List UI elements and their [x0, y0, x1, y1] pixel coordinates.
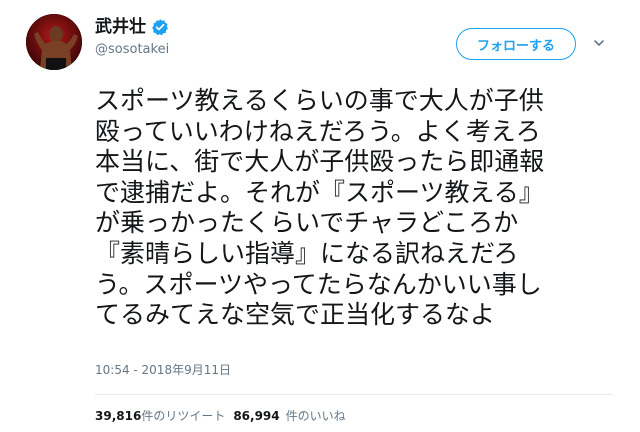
tweet-stats: 39,816件のリツイート 86,994 件のいいね [95, 408, 346, 424]
tweet-text-line: 『素晴らしい指導』になる訳ねえだろ [95, 238, 519, 268]
retweets-label: 件のリツイート [141, 409, 226, 423]
avatar-image [26, 14, 82, 70]
avatar[interactable] [26, 14, 82, 70]
user-handle[interactable]: @sosotakei [95, 42, 169, 58]
likes-count: 86,994 [233, 409, 280, 423]
follow-button[interactable]: フォローする [456, 28, 576, 60]
tweet-text-line: で逮捕だよ。それが『スポーツ教える』 [95, 177, 544, 207]
user-name-row[interactable]: 武井壮 [95, 17, 169, 37]
likes-stat[interactable]: 86,994 件のいいね [233, 408, 345, 424]
tweet-text-line: う。スポーツやってたらなんかいい事し [95, 269, 542, 299]
retweets-stat[interactable]: 39,816件のリツイート [95, 408, 225, 424]
tweet-text-line: が乗っかったくらいでチャラどころか [95, 208, 519, 238]
display-name[interactable]: 武井壮 [95, 17, 146, 37]
tweet-timestamp[interactable]: 10:54 - 2018年9月11日 [95, 362, 231, 378]
likes-label: 件のいいね [285, 409, 346, 423]
verified-badge-icon [152, 19, 168, 36]
tweet-text: スポーツ教えるくらいの事で大人が子供 殴っていいわけねえだろう。よく考えろ 本当… [95, 86, 615, 331]
chevron-down-icon[interactable] [592, 36, 606, 50]
divider [95, 394, 613, 395]
tweet-text-line: 殴っていいわけねえだろう。よく考えろ [95, 116, 541, 146]
tweet-text-line: 本当に、街で大人が子供殴ったら即通報 [95, 147, 545, 177]
tweet-text-line: スポーツ教えるくらいの事で大人が子供 [95, 86, 544, 115]
tweet-card: 武井壮 @sosotakei フォローする スポーツ教えるくらいの事で大人が子供… [0, 0, 640, 432]
retweets-count: 39,816 [95, 409, 142, 423]
tweet-text-line: てるみてえな空気で正当化するなよ [95, 300, 496, 330]
